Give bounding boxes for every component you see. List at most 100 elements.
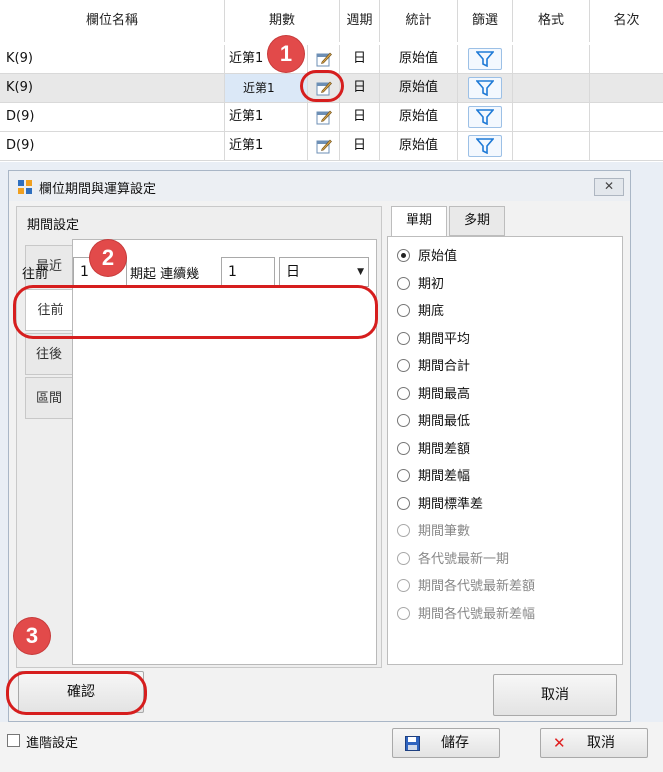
radio-unchecked-icon bbox=[397, 386, 410, 400]
edit-period-button[interactable] bbox=[308, 132, 340, 160]
save-button[interactable]: 儲存 bbox=[392, 728, 500, 758]
cell-column-name: K(9) bbox=[0, 45, 225, 73]
radio-unchecked-icon bbox=[397, 469, 410, 482]
cell-format bbox=[513, 74, 590, 102]
filter-button[interactable] bbox=[458, 74, 513, 102]
header-stat[interactable]: 統計 bbox=[380, 0, 458, 42]
radio-unchecked-icon bbox=[397, 551, 410, 565]
stat-option[interactable]: 期間差幅 bbox=[397, 467, 470, 487]
cell-rank bbox=[590, 103, 663, 131]
radio-unchecked-icon bbox=[397, 441, 410, 455]
cell-format bbox=[513, 103, 590, 131]
save-label: 儲存 bbox=[441, 735, 469, 751]
stat-tabs: 單期 多期 bbox=[389, 206, 625, 237]
cell-period: 近第1 bbox=[225, 103, 308, 131]
filter-icon bbox=[476, 109, 494, 125]
consecutive-label: 期起 連續幾 bbox=[130, 267, 200, 282]
stat-option[interactable]: 期間最高 bbox=[397, 385, 470, 405]
header-cycle[interactable]: 週期 bbox=[340, 0, 380, 42]
stat-option-label: 期間筆數 bbox=[418, 524, 471, 539]
stat-option-label: 期間差額 bbox=[418, 441, 471, 457]
dialog-titlebar[interactable]: 欄位期間與運算設定 ✕ bbox=[9, 171, 630, 201]
header-filter[interactable]: 篩選 bbox=[458, 0, 513, 42]
tab-range[interactable]: 區間 bbox=[25, 377, 73, 419]
radio-unchecked-icon bbox=[397, 304, 410, 317]
filter-button[interactable] bbox=[458, 103, 513, 131]
stat-option-label: 原始值 bbox=[418, 249, 458, 264]
stat-option-label: 期間平均 bbox=[418, 331, 471, 347]
cell-column-name: D(9) bbox=[0, 103, 225, 131]
radio-unchecked-icon bbox=[397, 359, 410, 372]
cell-cycle: 日 bbox=[340, 132, 380, 160]
stat-option-label: 期間合計 bbox=[418, 359, 471, 374]
span-count-input[interactable]: 1 bbox=[221, 257, 275, 287]
stat-option: 期間各代號最新差幅 bbox=[397, 605, 535, 625]
edit-icon bbox=[316, 139, 332, 154]
save-icon bbox=[405, 736, 420, 751]
cycle-select-value: 日 bbox=[286, 264, 300, 280]
table-row[interactable]: D(9) 近第1 日 原始值 bbox=[0, 132, 663, 161]
radio-unchecked-icon bbox=[397, 579, 410, 592]
cycle-select[interactable]: 日 ▼ bbox=[279, 257, 369, 287]
cell-stat: 原始值 bbox=[380, 132, 458, 160]
cell-rank bbox=[590, 132, 663, 160]
cell-cycle: 日 bbox=[340, 103, 380, 131]
advanced-settings-checkbox[interactable] bbox=[7, 734, 20, 747]
chevron-down-icon: ▼ bbox=[357, 267, 364, 277]
bottom-cancel-label: 取消 bbox=[587, 735, 615, 751]
annotation-badge-1: 1 bbox=[268, 36, 304, 72]
header-rank[interactable]: 名次 bbox=[590, 0, 663, 42]
edit-period-button[interactable] bbox=[308, 103, 340, 131]
stat-option: 各代號最新一期 bbox=[397, 550, 509, 570]
radio-unchecked-icon bbox=[397, 606, 410, 620]
stat-option-label: 期間各代號最新差額 bbox=[418, 579, 536, 594]
cell-cycle: 日 bbox=[340, 74, 380, 102]
close-icon: ✕ bbox=[603, 179, 615, 193]
app-grid-icon bbox=[18, 180, 32, 194]
edit-icon bbox=[316, 110, 332, 125]
cancel-x-icon: ✕ bbox=[553, 734, 566, 752]
stat-option[interactable]: 期間標準差 bbox=[397, 495, 483, 515]
header-format[interactable]: 格式 bbox=[513, 0, 590, 42]
cell-period: 近第1 bbox=[225, 74, 308, 102]
cell-column-name: K(9) bbox=[0, 74, 225, 102]
annotation-ring-confirm bbox=[6, 671, 147, 715]
stat-option-label: 期初 bbox=[418, 276, 445, 292]
stat-option[interactable]: 原始值 bbox=[397, 247, 457, 267]
radio-unchecked-icon bbox=[397, 524, 410, 537]
table-row[interactable]: D(9) 近第1 日 原始值 bbox=[0, 103, 663, 132]
filter-button[interactable] bbox=[458, 132, 513, 160]
cell-stat: 原始值 bbox=[380, 103, 458, 131]
stat-option[interactable]: 期間最低 bbox=[397, 412, 470, 432]
cell-column-name: D(9) bbox=[0, 132, 225, 160]
bottom-cancel-button[interactable]: ✕ 取消 bbox=[540, 728, 648, 758]
stat-option-label: 期間標準差 bbox=[418, 496, 484, 512]
tab-backward[interactable]: 往後 bbox=[25, 333, 73, 375]
cell-stat: 原始值 bbox=[380, 45, 458, 73]
stat-option[interactable]: 期間差額 bbox=[397, 440, 470, 460]
stat-option[interactable]: 期間平均 bbox=[397, 330, 470, 350]
cancel-button[interactable]: 取消 bbox=[493, 674, 617, 716]
stat-option: 期間各代號最新差額 bbox=[397, 577, 535, 597]
stat-option-label: 期間各代號最新差幅 bbox=[418, 606, 536, 622]
filter-button[interactable] bbox=[458, 45, 513, 73]
radio-unchecked-icon bbox=[397, 276, 410, 290]
stat-option[interactable]: 期間合計 bbox=[397, 357, 470, 377]
stat-option[interactable]: 期底 bbox=[397, 302, 444, 322]
cell-format bbox=[513, 45, 590, 73]
radio-checked-icon bbox=[397, 249, 410, 262]
advanced-settings-label: 進階設定 bbox=[26, 736, 79, 751]
stat-option: 期間筆數 bbox=[397, 522, 470, 542]
annotation-ring-edit bbox=[300, 70, 344, 102]
header-column-name[interactable]: 欄位名稱 bbox=[0, 0, 225, 42]
tab-multi-period[interactable]: 多期 bbox=[449, 206, 505, 236]
dialog-close-button[interactable]: ✕ bbox=[594, 178, 624, 196]
stat-option-label: 期間差幅 bbox=[418, 469, 471, 484]
filter-icon bbox=[476, 138, 494, 154]
edit-period-button[interactable] bbox=[308, 45, 340, 73]
annotation-badge-3: 3 bbox=[14, 618, 50, 654]
bottom-bar: 進階設定 儲存 ✕ 取消 bbox=[0, 722, 663, 772]
tab-single-period[interactable]: 單期 bbox=[391, 206, 447, 237]
stat-options-panel: 原始值期初期底期間平均期間合計期間最高期間最低期間差額期間差幅期間標準差期間筆數… bbox=[387, 236, 623, 665]
stat-option[interactable]: 期初 bbox=[397, 275, 444, 295]
